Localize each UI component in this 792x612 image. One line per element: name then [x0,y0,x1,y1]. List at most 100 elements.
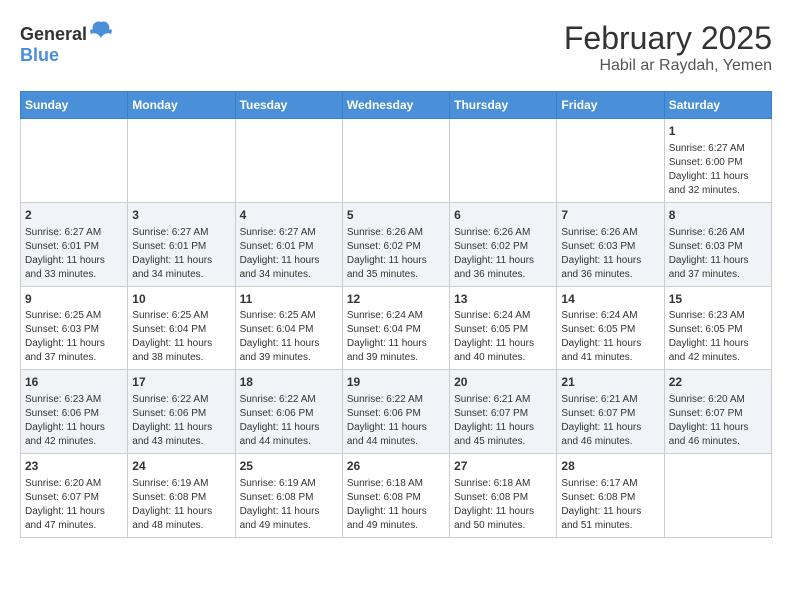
day-info: Sunrise: 6:26 AM [561,226,659,240]
day-info: Sunset: 6:05 PM [454,323,552,337]
logo-bird-icon [89,20,113,40]
table-row: 5Sunrise: 6:26 AMSunset: 6:02 PMDaylight… [342,202,449,286]
table-row: 18Sunrise: 6:22 AMSunset: 6:06 PMDayligh… [235,370,342,454]
day-info: Sunset: 6:06 PM [240,407,338,421]
table-row [128,119,235,203]
day-info: Daylight: 11 hours and 42 minutes. [669,337,767,365]
day-info: Daylight: 11 hours and 40 minutes. [454,337,552,365]
day-info: Sunrise: 6:21 AM [454,393,552,407]
table-row: 17Sunrise: 6:22 AMSunset: 6:06 PMDayligh… [128,370,235,454]
day-info: Sunrise: 6:26 AM [454,226,552,240]
day-number: 21 [561,374,659,391]
day-info: Daylight: 11 hours and 41 minutes. [561,337,659,365]
day-info: Sunset: 6:02 PM [347,240,445,254]
day-info: Daylight: 11 hours and 37 minutes. [669,254,767,282]
day-info: Daylight: 11 hours and 48 minutes. [132,505,230,533]
day-info: Daylight: 11 hours and 46 minutes. [561,421,659,449]
day-number: 26 [347,458,445,475]
day-number: 24 [132,458,230,475]
day-info: Sunrise: 6:24 AM [347,309,445,323]
day-info: Sunrise: 6:19 AM [240,477,338,491]
day-number: 1 [669,123,767,140]
day-info: Sunset: 6:08 PM [347,491,445,505]
day-number: 7 [561,207,659,224]
table-row [664,454,771,538]
day-info: Daylight: 11 hours and 34 minutes. [240,254,338,282]
table-row: 28Sunrise: 6:17 AMSunset: 6:08 PMDayligh… [557,454,664,538]
day-number: 8 [669,207,767,224]
day-info: Sunset: 6:08 PM [132,491,230,505]
day-info: Sunset: 6:08 PM [454,491,552,505]
header-row: Sunday Monday Tuesday Wednesday Thursday… [21,92,772,119]
day-info: Daylight: 11 hours and 34 minutes. [132,254,230,282]
day-number: 15 [669,291,767,308]
day-info: Sunset: 6:07 PM [25,491,123,505]
day-info: Daylight: 11 hours and 43 minutes. [132,421,230,449]
table-row: 6Sunrise: 6:26 AMSunset: 6:02 PMDaylight… [450,202,557,286]
day-info: Sunrise: 6:23 AM [669,309,767,323]
day-number: 18 [240,374,338,391]
day-info: Daylight: 11 hours and 39 minutes. [240,337,338,365]
table-row: 21Sunrise: 6:21 AMSunset: 6:07 PMDayligh… [557,370,664,454]
day-info: Sunset: 6:07 PM [669,407,767,421]
day-info: Sunrise: 6:22 AM [132,393,230,407]
table-row: 1Sunrise: 6:27 AMSunset: 6:00 PMDaylight… [664,119,771,203]
calendar-table: Sunday Monday Tuesday Wednesday Thursday… [20,91,772,538]
table-row: 7Sunrise: 6:26 AMSunset: 6:03 PMDaylight… [557,202,664,286]
day-info: Sunset: 6:01 PM [240,240,338,254]
day-info: Sunrise: 6:20 AM [669,393,767,407]
day-info: Daylight: 11 hours and 38 minutes. [132,337,230,365]
week-row-4: 16Sunrise: 6:23 AMSunset: 6:06 PMDayligh… [21,370,772,454]
table-row: 16 Sunrise: 6:23 AMSunset: 6:06 PMDayligh… [21,370,128,454]
day-number: 16 [25,374,123,391]
day-info: Sunrise: 6:17 AM [561,477,659,491]
day-info: Daylight: 11 hours and 51 minutes. [561,505,659,533]
day-info: Daylight: 11 hours and 46 minutes. [669,421,767,449]
day-info: Sunrise: 6:18 AM [454,477,552,491]
day-info: Sunset: 6:03 PM [561,240,659,254]
table-row: 19Sunrise: 6:22 AMSunset: 6:06 PMDayligh… [342,370,449,454]
table-row [342,119,449,203]
day-number: 9 [25,291,123,308]
day-number: 14 [561,291,659,308]
day-info: Daylight: 11 hours and 42 minutes. [25,421,123,449]
day-info: Daylight: 11 hours and 33 minutes. [25,254,123,282]
table-row: 3Sunrise: 6:27 AMSunset: 6:01 PMDaylight… [128,202,235,286]
day-number: 19 [347,374,445,391]
header: General Blue February 2025 Habil ar Rayd… [20,20,772,75]
day-info: Sunrise: 6:25 AM [132,309,230,323]
day-info: Sunset: 6:06 PM [25,407,123,421]
col-tuesday: Tuesday [235,92,342,119]
day-info: Sunrise: 6:27 AM [25,226,123,240]
day-info: Sunset: 6:02 PM [454,240,552,254]
day-info: Sunset: 6:01 PM [132,240,230,254]
table-row: 15Sunrise: 6:23 AMSunset: 6:05 PMDayligh… [664,286,771,370]
day-info: Daylight: 11 hours and 44 minutes. [347,421,445,449]
day-info: Daylight: 11 hours and 49 minutes. [347,505,445,533]
day-number: 23 [25,458,123,475]
table-row: 20Sunrise: 6:21 AMSunset: 6:07 PMDayligh… [450,370,557,454]
day-number: 10 [132,291,230,308]
day-info: Sunrise: 6:19 AM [132,477,230,491]
logo-blue: Blue [20,45,59,65]
day-info: Sunset: 6:08 PM [240,491,338,505]
table-row: 26Sunrise: 6:18 AMSunset: 6:08 PMDayligh… [342,454,449,538]
day-number: 12 [347,291,445,308]
day-info: Sunset: 6:04 PM [240,323,338,337]
day-info: Sunset: 6:05 PM [561,323,659,337]
day-info: Sunrise: 6:26 AM [347,226,445,240]
day-info: Sunrise: 6:27 AM [669,142,767,156]
day-info: Daylight: 11 hours and 37 minutes. [25,337,123,365]
table-row: 8Sunrise: 6:26 AMSunset: 6:03 PMDaylight… [664,202,771,286]
col-thursday: Thursday [450,92,557,119]
table-row: 23Sunrise: 6:20 AMSunset: 6:07 PMDayligh… [21,454,128,538]
day-info: Sunrise: 6:22 AM [240,393,338,407]
table-row: 22Sunrise: 6:20 AMSunset: 6:07 PMDayligh… [664,370,771,454]
day-info: Sunset: 6:07 PM [454,407,552,421]
day-info: Sunrise: 6:23 AM [25,393,123,407]
day-number: 20 [454,374,552,391]
day-info: Sunset: 6:04 PM [347,323,445,337]
table-row: 27Sunrise: 6:18 AMSunset: 6:08 PMDayligh… [450,454,557,538]
day-info: Sunset: 6:03 PM [25,323,123,337]
day-number: 13 [454,291,552,308]
